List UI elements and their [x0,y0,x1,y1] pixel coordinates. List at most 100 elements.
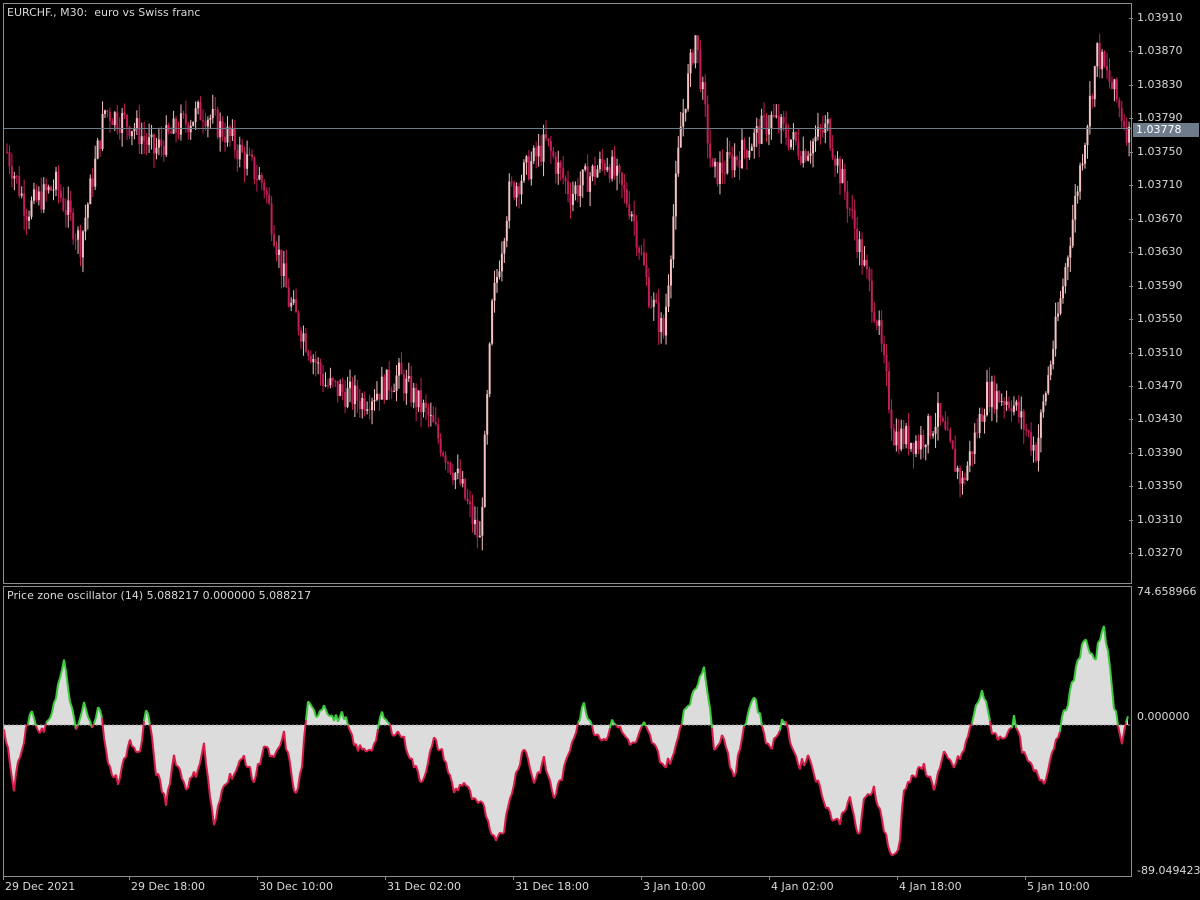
oscillator-segment [687,704,691,707]
candle-body [412,387,415,403]
candle-body [914,440,917,454]
candle-body [870,280,873,312]
candle-body [429,415,432,417]
candle-body [96,140,99,159]
candle-body [1044,393,1047,402]
candle-body [302,333,305,342]
price-tick [1129,385,1133,387]
candle-body [611,156,614,179]
candle-body [118,128,121,133]
candle-body [932,433,935,436]
oscillator-segment [993,731,997,735]
candle-body [785,123,788,138]
candle-body [77,230,80,240]
candle-body [834,158,837,166]
candle-body [973,432,976,455]
candle-body [471,504,474,525]
candle-body [1000,400,1003,403]
candle-body [319,362,322,375]
price-chart-pane[interactable]: EURCHF., M30: euro vs Swiss franc [3,3,1132,584]
candle-body [770,114,773,129]
candle-body [42,184,45,210]
candle-body [135,118,138,129]
time-tick [3,876,4,880]
candle-body [67,200,70,215]
candle-body [454,473,457,481]
candle-body [902,428,905,445]
candle-body [1088,95,1091,127]
price-tick [1129,319,1133,321]
candle-body [643,252,645,265]
oscillator-axis[interactable]: 74.658966 0.000000 -89.049423 [1132,585,1200,877]
candle-body [829,119,832,149]
candle-body [782,116,785,124]
candle-body [427,407,430,416]
candle-body [596,169,599,178]
candle-body [153,134,155,154]
candle-body [1106,65,1109,71]
oscillator-segment [365,749,369,753]
candle-body [449,462,452,473]
candle-body [687,73,690,109]
oscillator-segment [1003,736,1007,740]
candle-body [1093,66,1096,100]
oscillator-segment [713,747,717,751]
candle-body [199,101,202,120]
oscillator-segment [225,781,229,785]
oscillator-segment [43,722,47,733]
candle-body [13,176,16,179]
candle-body [579,185,582,197]
candle-body [287,287,290,307]
candle-body [537,145,540,157]
price-axis[interactable]: 1.03778 1.03910 1.03870 1.03830 1.03790 1.03… [1129,3,1200,582]
candle-body [113,112,116,125]
candle-body [589,176,592,192]
candle-body [388,369,391,391]
candle-body [718,162,721,184]
candle-body [1010,407,1013,412]
candle-body [106,110,109,112]
candle-body [919,435,922,450]
candle-body [52,189,55,191]
candle-body [214,108,217,110]
candle-body [57,171,60,191]
candle-body [959,468,962,484]
price-level-label: 1.03670 [1137,211,1183,225]
candle-body [273,234,276,246]
candle-body [157,139,160,148]
candle-body [243,151,246,169]
candle-body [603,163,606,170]
candle-body [684,108,687,113]
price-level-label: 1.03390 [1137,445,1183,459]
candle-body [383,376,386,400]
time-axis[interactable]: 29 Dec 2021 29 Dec 18:00 30 Dec 10:00 31 De… [3,876,1130,900]
candle-body [233,128,236,150]
candle-body [574,185,577,194]
candle-body [910,442,913,449]
candle-body [895,431,898,446]
candle-body [939,403,942,419]
oscillator-segment [141,720,145,741]
candle-body [275,245,278,255]
candle-body [554,156,557,174]
candle-body [625,189,628,205]
oscillator-pane[interactable]: Price zone oscillator (14) 5.088217 0.00… [3,586,1132,877]
candle-body [714,161,717,167]
candle-body [868,269,871,281]
candle-body [496,277,498,283]
candle-body [1076,191,1079,196]
candle-body [47,186,50,191]
candle-body [576,185,579,197]
candle-body [339,384,342,396]
price-level-label: 1.03550 [1137,312,1183,326]
price-level-label: 1.03430 [1137,412,1183,426]
candle-body [941,418,944,422]
candle-body [1042,401,1045,413]
candle-body [246,154,249,169]
time-label: 29 Dec 18:00 [131,880,205,893]
time-tick [641,876,642,880]
candle-body [1128,126,1131,143]
candle-body [74,239,77,241]
candle-body [794,132,797,142]
candle-body [1030,432,1033,451]
